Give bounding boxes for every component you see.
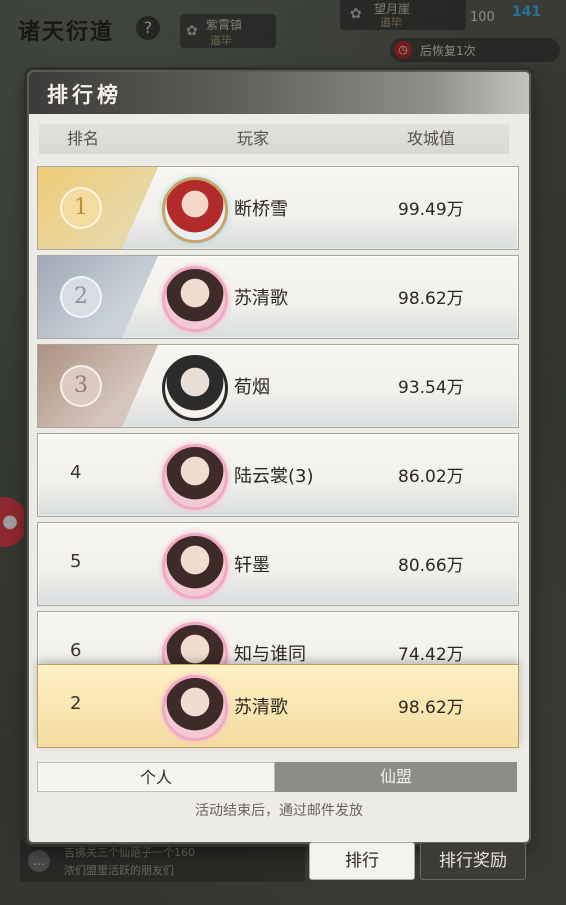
avatar[interactable] xyxy=(162,622,228,667)
header-score: 攻城值 xyxy=(407,129,456,148)
player-name: 陆云裳(3) xyxy=(234,466,314,487)
table-row[interactable]: 5 轩墨 80.66万 xyxy=(37,522,519,606)
rank-number: 4 xyxy=(70,462,82,483)
table-row[interactable]: 3 荀烟 93.54万 xyxy=(37,344,519,428)
my-rank-number: 2 xyxy=(70,693,82,714)
rank-number: 5 xyxy=(70,551,82,572)
bronze-medal-icon: 3 xyxy=(60,365,102,407)
rank-button[interactable]: 排行 xyxy=(309,842,415,880)
panel-title: 排行榜 xyxy=(47,82,122,107)
player-score: 93.54万 xyxy=(398,378,464,398)
avatar[interactable] xyxy=(162,355,228,421)
avatar[interactable] xyxy=(162,533,228,599)
table-row[interactable]: 4 陆云裳(3) 86.02万 xyxy=(37,433,519,517)
table-row[interactable]: 1 断桥雪 99.49万 xyxy=(37,166,519,250)
my-player-score: 98.62万 xyxy=(398,698,464,718)
my-player-name: 苏清歌 xyxy=(234,697,288,718)
avatar[interactable] xyxy=(162,177,228,243)
player-name: 荀烟 xyxy=(234,377,270,398)
tab-guild[interactable]: 仙盟 xyxy=(275,762,517,792)
my-rank-row[interactable]: 2 苏清歌 98.62万 xyxy=(37,664,519,748)
player-score: 74.42万 xyxy=(398,645,464,665)
tab-personal[interactable]: 个人 xyxy=(37,762,275,792)
leaderboard-panel: 排行榜 排名 玩家 攻城值 1 断桥雪 99.49万 2 苏清歌 98.62万 … xyxy=(27,70,531,844)
avatar[interactable] xyxy=(162,444,228,510)
player-name: 轩墨 xyxy=(234,555,270,576)
player-score: 80.66万 xyxy=(398,556,464,576)
avatar[interactable] xyxy=(162,675,228,741)
reward-note: 活动结束后，通过邮件发放 xyxy=(195,803,363,819)
player-score: 99.49万 xyxy=(398,200,464,220)
player-score: 98.62万 xyxy=(398,289,464,309)
rank-number: 6 xyxy=(70,640,82,661)
silver-medal-icon: 2 xyxy=(60,276,102,318)
leaderboard-list[interactable]: 1 断桥雪 99.49万 2 苏清歌 98.62万 3 荀烟 93.54万 4 … xyxy=(29,162,529,667)
rank-reward-button[interactable]: 排行奖励 xyxy=(420,842,526,880)
header-player: 玩家 xyxy=(237,129,270,148)
gold-medal-icon: 1 xyxy=(60,187,102,229)
panel-header: 排行榜 xyxy=(29,72,529,114)
header-rank: 排名 xyxy=(67,129,100,148)
rank-type-tabs: 个人 仙盟 xyxy=(37,762,517,792)
table-row[interactable]: 2 苏清歌 98.62万 xyxy=(37,255,519,339)
player-score: 86.02万 xyxy=(398,467,464,487)
player-name: 断桥雪 xyxy=(234,199,288,220)
player-name: 苏清歌 xyxy=(234,288,288,309)
player-name: 知与谁同 xyxy=(234,644,306,665)
table-row[interactable]: 6 知与谁同 74.42万 xyxy=(37,611,519,667)
avatar[interactable] xyxy=(162,266,228,332)
